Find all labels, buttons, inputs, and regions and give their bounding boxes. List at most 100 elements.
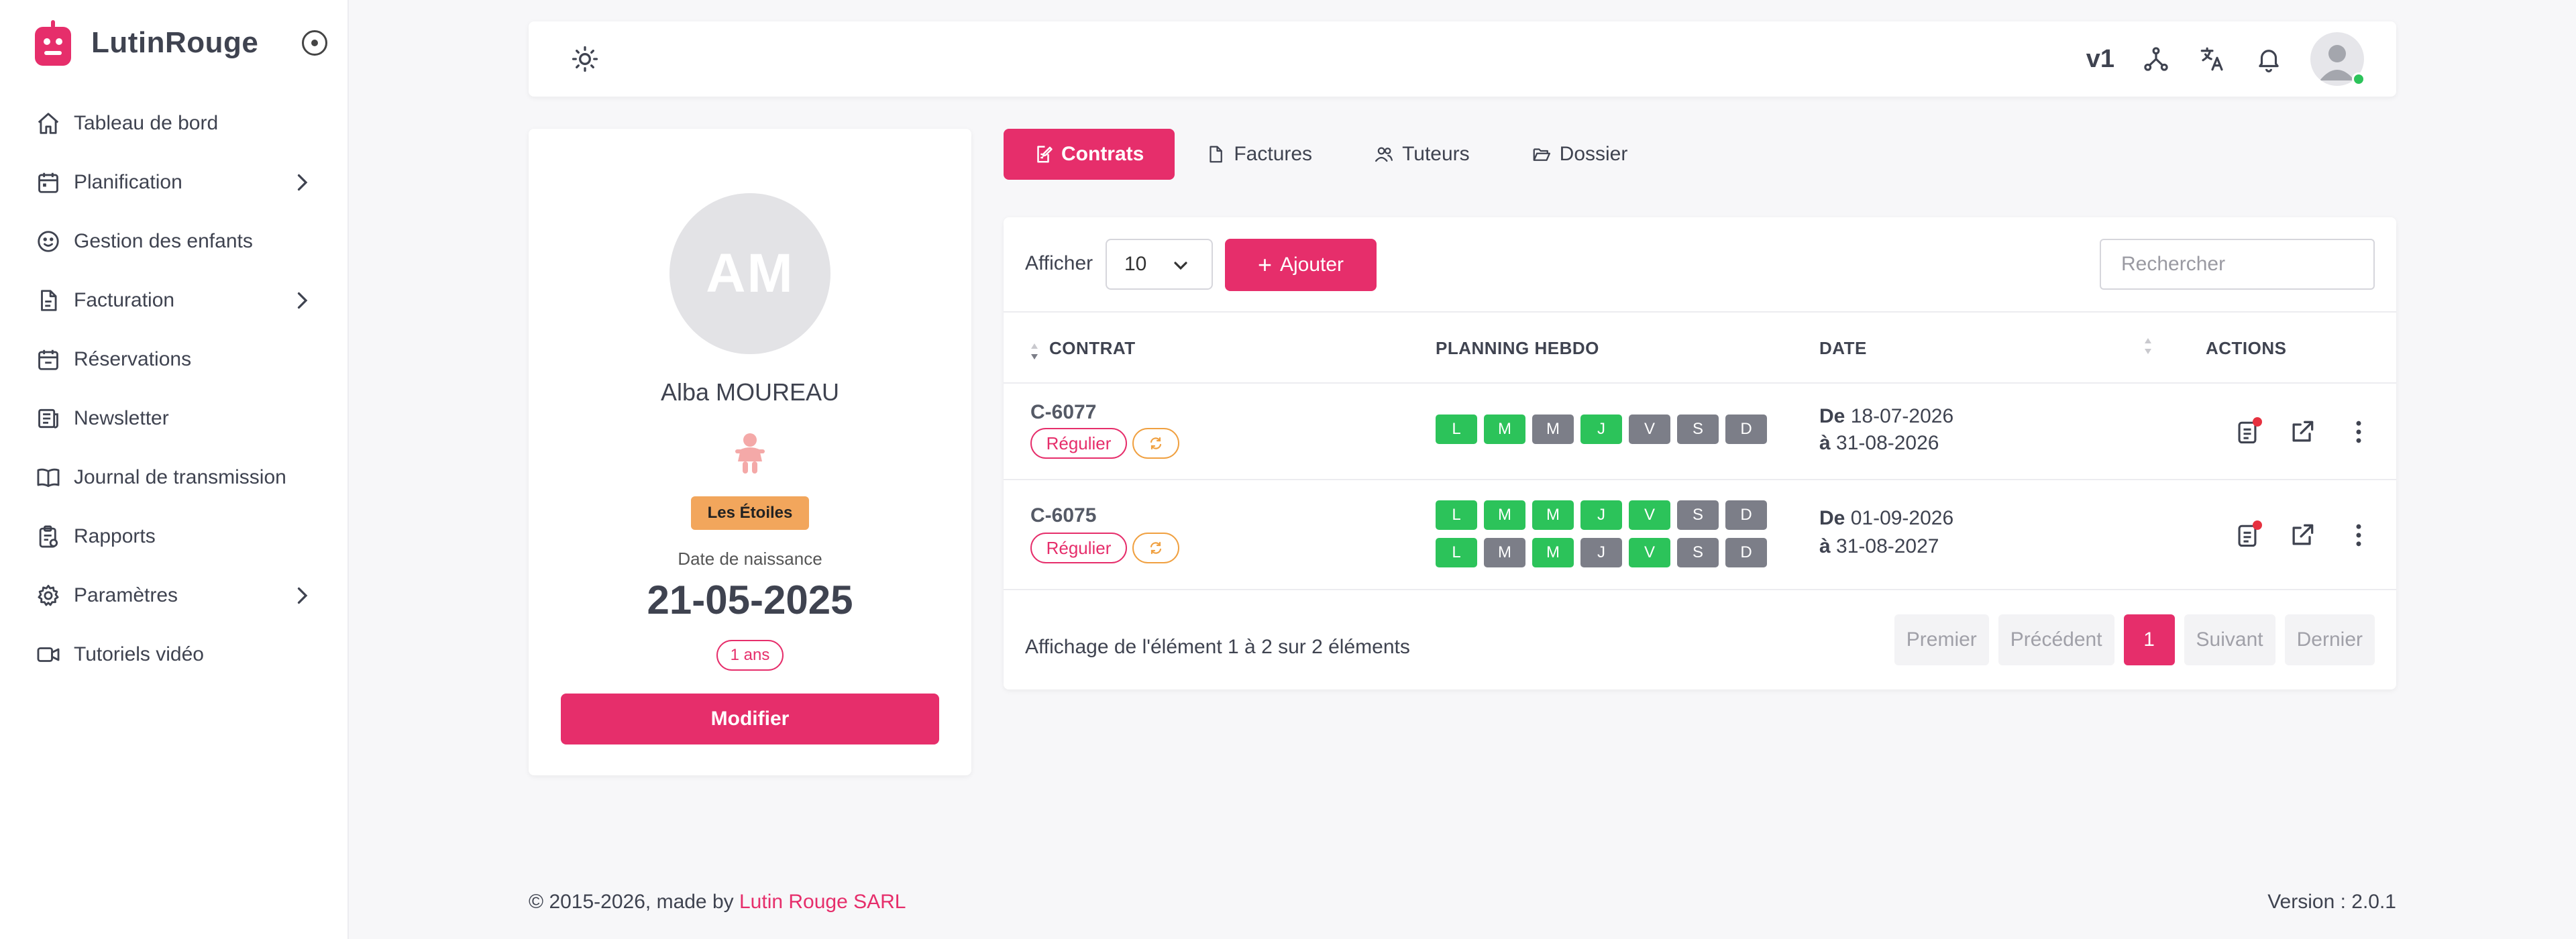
chevron-right-icon (297, 292, 308, 309)
contract-document-button[interactable] (2233, 417, 2262, 447)
table-row: C-6075 Régulier LMMJVSD LMMJVSD De 01-09… (1004, 480, 2396, 590)
open-contract-button[interactable] (2288, 417, 2317, 447)
sidebar-item-reports[interactable]: Rapports (0, 507, 349, 566)
child-name: Alba MOUREAU (660, 378, 840, 406)
newspaper-icon (35, 405, 62, 432)
column-header-planning: PLANNING HEBDO (1436, 338, 1599, 358)
app-name: LutinRouge (91, 26, 259, 59)
smiley-icon (35, 228, 62, 255)
pagination-last-button[interactable]: Dernier (2284, 614, 2375, 665)
weekly-planning: LMMJVSD (1436, 538, 1774, 567)
pagination-prev-button[interactable]: Précédent (1998, 614, 2114, 665)
tab-guardians[interactable]: Tuteurs (1343, 129, 1501, 180)
sidebar-item-label: Paramètres (74, 584, 178, 606)
tab-label: Contrats (1061, 143, 1144, 165)
sidebar-item-reservations[interactable]: Réservations (0, 330, 349, 389)
date-from: De 18-07-2026 (1819, 405, 1953, 428)
pagination-first-button[interactable]: Premier (1894, 614, 1989, 665)
table-header: CONTRAT PLANNING HEBDO DATE ACTIONS (1004, 313, 2396, 384)
page-size-value: 10 (1124, 253, 1147, 275)
page-size-select[interactable]: 10 (1106, 239, 1213, 290)
chevron-right-icon (297, 587, 308, 604)
pagination-page-button[interactable]: 1 (2123, 614, 2175, 665)
day-pill: D (1725, 538, 1767, 567)
day-pill: M (1484, 538, 1525, 567)
open-contract-button[interactable] (2288, 520, 2317, 550)
more-vertical-icon (2356, 421, 2361, 443)
page-size-label: Afficher (1025, 252, 1093, 274)
sidebar-item-billing[interactable]: Facturation (0, 271, 349, 330)
sidebar-item-dashboard[interactable]: Tableau de bord (0, 94, 349, 153)
column-header-date[interactable]: DATE (1819, 338, 1867, 359)
contract-id[interactable]: C-6075 (1030, 504, 1096, 527)
sidebar-item-label: Tutoriels vidéo (74, 643, 204, 665)
edit-profile-button[interactable]: Modifier (561, 694, 939, 744)
app-version: Version : 2.0.1 (2267, 891, 2396, 913)
plus-icon: + (1257, 251, 1272, 278)
pagination-info: Affichage de l'élément 1 à 2 sur 2 éléme… (1025, 636, 1410, 658)
refresh-icon (1150, 541, 1162, 555)
sidebar-item-label: Gestion des enfants (74, 230, 253, 252)
sort-icon[interactable] (2143, 335, 2153, 357)
tab-invoices[interactable]: Factures (1175, 129, 1343, 180)
sort-icon[interactable] (1029, 341, 1040, 362)
date-to-prefix: à (1819, 535, 1831, 557)
brand[interactable]: LutinRouge (35, 20, 258, 66)
age-badge: 1 ans (716, 640, 784, 671)
column-header-actions: ACTIONS (2206, 338, 2287, 358)
column-header-contract[interactable]: CONTRAT (1049, 338, 1136, 359)
day-pill: J (1580, 500, 1622, 530)
day-pill: M (1532, 415, 1574, 444)
date-to-value: 31-08-2027 (1836, 535, 1939, 557)
sidebar-item-tutorials[interactable]: Tutoriels vidéo (0, 625, 349, 684)
more-options-button[interactable] (2344, 417, 2373, 447)
tab-contracts[interactable]: Contrats (1004, 129, 1175, 180)
day-pill: D (1725, 415, 1767, 444)
refresh-icon (1150, 437, 1162, 450)
day-pill: V (1629, 415, 1670, 444)
contract-edit-icon (1037, 146, 1053, 163)
sidebar-item-label: Newsletter (74, 407, 169, 429)
day-pill: L (1436, 500, 1477, 530)
day-pill: V (1629, 500, 1670, 530)
sun-icon[interactable] (570, 44, 600, 74)
user-avatar[interactable] (2310, 32, 2365, 86)
sidebar-item-children[interactable]: Gestion des enfants (0, 212, 349, 271)
date-from-prefix: De (1819, 405, 1845, 427)
contract-id[interactable]: C-6077 (1030, 401, 1096, 424)
home-icon (35, 110, 62, 137)
tab-label: Dossier (1559, 143, 1628, 165)
bell-icon[interactable] (2254, 44, 2284, 74)
add-label: Ajouter (1279, 254, 1344, 276)
sidebar-item-newsletter[interactable]: Newsletter (0, 389, 349, 448)
add-contract-button[interactable]: + Ajouter (1225, 239, 1377, 291)
pagination-next-button[interactable]: Suivant (2184, 614, 2275, 665)
company-link[interactable]: Lutin Rouge SARL (739, 891, 906, 913)
chevron-right-icon (297, 174, 308, 191)
calendar-check-icon (35, 346, 62, 373)
sidebar-item-planning[interactable]: Planification (0, 153, 349, 212)
sidebar-item-settings[interactable]: Paramètres (0, 566, 349, 625)
sidebar-item-journal[interactable]: Journal de transmission (0, 448, 349, 507)
copyright-text: © 2015-2026, made by (529, 891, 734, 913)
date-from-value: 18-07-2026 (1850, 405, 1954, 427)
more-options-button[interactable] (2344, 520, 2373, 550)
child-avatar: AM (669, 193, 830, 354)
users-icon (1375, 147, 1393, 162)
gear-icon (35, 582, 62, 609)
sidebar-item-label: Facturation (74, 289, 175, 311)
child-profile-card: AM Alba MOUREAU Les Étoiles Date de nais… (529, 129, 971, 775)
api-version-label[interactable]: v1 (2086, 45, 2114, 74)
search-input[interactable] (2100, 239, 2375, 290)
tab-folder[interactable]: Dossier (1501, 129, 1659, 180)
sidebar-toggle-button[interactable] (302, 30, 327, 56)
translate-icon[interactable] (2198, 44, 2227, 74)
robot-logo-icon (35, 20, 71, 66)
contract-document-button[interactable] (2233, 520, 2262, 550)
day-pill: M (1532, 500, 1574, 530)
calendar-icon (35, 169, 62, 196)
dob-value: 21-05-2025 (647, 577, 853, 622)
weekly-planning: LMMJVSD (1436, 415, 1774, 444)
renewal-badge (1132, 533, 1179, 563)
git-branch-icon[interactable] (2141, 44, 2171, 74)
